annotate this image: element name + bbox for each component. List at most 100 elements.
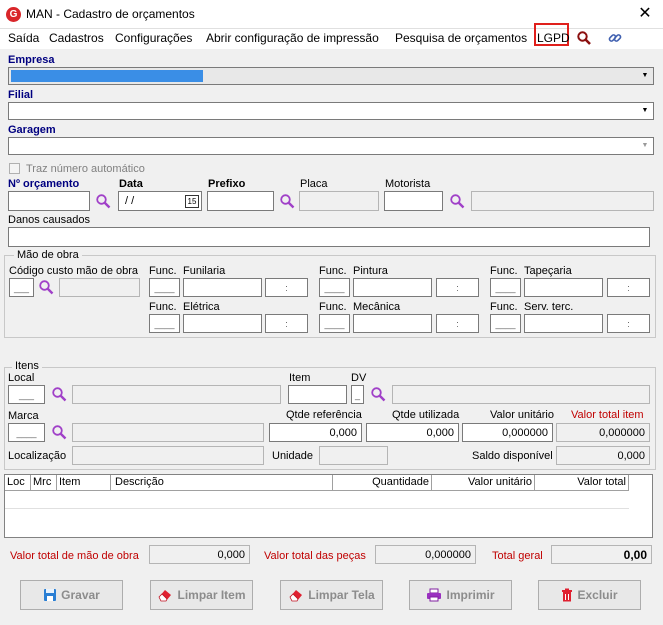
search-icon[interactable] bbox=[38, 279, 54, 295]
valor-total-item-label: Valor total item bbox=[571, 409, 644, 421]
col-quantidade[interactable]: Quantidade bbox=[333, 475, 432, 490]
dv-input[interactable]: _ bbox=[351, 385, 364, 404]
saldo-disponivel-field: 0,000 bbox=[556, 446, 650, 465]
tapecaria-input[interactable] bbox=[524, 278, 603, 297]
qtde-referencia-input[interactable]: 0,000 bbox=[269, 423, 362, 442]
serv-terc-time-input[interactable]: : bbox=[607, 314, 650, 333]
imprimir-label: Imprimir bbox=[446, 588, 495, 602]
calendar-icon[interactable]: 15 bbox=[185, 195, 199, 208]
eraser-icon bbox=[158, 590, 172, 602]
printer-icon bbox=[427, 588, 442, 602]
data-input[interactable]: / / 15 bbox=[118, 191, 202, 211]
funilaria-input[interactable] bbox=[183, 278, 262, 297]
close-button[interactable]: ✕ bbox=[634, 4, 656, 24]
empresa-selected-value bbox=[11, 70, 203, 82]
limpar-tela-label: Limpar Tela bbox=[308, 588, 375, 602]
search-icon[interactable] bbox=[51, 386, 67, 402]
chevron-down-icon[interactable]: ▼ bbox=[638, 69, 652, 83]
col-item[interactable]: Item bbox=[57, 475, 111, 490]
search-icon[interactable] bbox=[449, 193, 465, 209]
mecanica-input[interactable] bbox=[353, 314, 432, 333]
empresa-label: Empresa bbox=[8, 54, 55, 66]
valor-unitario-input[interactable]: 0,000000 bbox=[462, 423, 553, 442]
search-icon[interactable] bbox=[370, 386, 386, 402]
func-label: Func. bbox=[149, 301, 177, 313]
col-valor-total[interactable]: Valor total bbox=[535, 475, 629, 490]
col-loc[interactable]: Loc bbox=[5, 475, 31, 490]
qtde-utilizada-input[interactable]: 0,000 bbox=[366, 423, 459, 442]
col-descricao[interactable]: Descrição bbox=[111, 475, 333, 490]
excluir-label: Excluir bbox=[577, 588, 618, 602]
menu-cadastros[interactable]: Cadastros bbox=[49, 31, 104, 45]
funilaria-time-input[interactable]: : bbox=[265, 278, 308, 297]
chevron-down-icon[interactable]: ▼ bbox=[638, 139, 652, 153]
serv-terc-input[interactable] bbox=[524, 314, 603, 333]
marca-label: Marca bbox=[8, 410, 39, 422]
motorista-label: Motorista bbox=[385, 178, 431, 190]
tapecaria-time-input[interactable]: : bbox=[607, 278, 650, 297]
trash-icon bbox=[562, 588, 573, 602]
search-icon[interactable] bbox=[576, 30, 592, 46]
table-row[interactable] bbox=[5, 491, 629, 509]
eletrica-func-input[interactable]: ____ bbox=[149, 314, 180, 333]
col-valor-unitario[interactable]: Valor unitário bbox=[432, 475, 535, 490]
tapecaria-func-input[interactable]: ____ bbox=[490, 278, 521, 297]
codigo-custo-input[interactable]: ___ bbox=[9, 278, 34, 297]
excluir-button[interactable]: Excluir bbox=[538, 580, 641, 610]
imprimir-button[interactable]: Imprimir bbox=[409, 580, 512, 610]
data-label: Data bbox=[119, 178, 143, 190]
funilaria-label: Funilaria bbox=[183, 265, 226, 277]
col-mrc[interactable]: Mrc bbox=[31, 475, 57, 490]
limpar-item-button[interactable]: Limpar Item bbox=[150, 580, 253, 610]
mecanica-func-input[interactable]: ____ bbox=[319, 314, 350, 333]
empresa-select[interactable]: ▼ bbox=[8, 67, 654, 85]
local-input[interactable]: ___ bbox=[8, 385, 45, 404]
dv-label: DV bbox=[351, 372, 367, 384]
pintura-input[interactable] bbox=[353, 278, 432, 297]
garagem-select[interactable]: ▼ bbox=[8, 137, 654, 155]
numero-orcamento-label: Nº orçamento bbox=[8, 178, 80, 190]
menu-pesquisa-orcamentos[interactable]: Pesquisa de orçamentos bbox=[395, 31, 527, 45]
menu-lgpd[interactable]: LGPD bbox=[537, 31, 570, 45]
filial-select[interactable]: ▼ bbox=[8, 102, 654, 120]
codigo-custo-label: Código custo mão de obra bbox=[9, 265, 139, 277]
func-label: Func. bbox=[319, 265, 347, 277]
menu-configuracoes[interactable]: Configurações bbox=[115, 31, 192, 45]
mao-de-obra-title: Mão de obra bbox=[14, 249, 82, 261]
pintura-func-input[interactable]: ____ bbox=[319, 278, 350, 297]
link-icon[interactable] bbox=[607, 30, 623, 46]
valor-total-mao-obra-field: 0,000 bbox=[149, 545, 250, 564]
search-icon[interactable] bbox=[279, 193, 295, 209]
danos-input[interactable] bbox=[8, 227, 650, 247]
unidade-label: Unidade bbox=[272, 450, 313, 462]
valor-total-pecas-field: 0,000000 bbox=[375, 545, 476, 564]
item-label: Item bbox=[289, 372, 311, 384]
numero-orcamento-input[interactable] bbox=[8, 191, 90, 211]
func-label: Func. bbox=[490, 301, 518, 313]
traz-numero-label: Traz número automático bbox=[26, 163, 145, 175]
mecanica-time-input[interactable]: : bbox=[436, 314, 479, 333]
menu-saida[interactable]: Saída bbox=[8, 31, 39, 45]
funilaria-func-input[interactable]: ____ bbox=[149, 278, 180, 297]
motorista-input[interactable] bbox=[384, 191, 443, 211]
limpar-tela-button[interactable]: Limpar Tela bbox=[280, 580, 383, 610]
search-icon[interactable] bbox=[51, 424, 67, 440]
eletrica-input[interactable] bbox=[183, 314, 262, 333]
prefixo-input[interactable] bbox=[207, 191, 274, 211]
tapecaria-label: Tapeçaria bbox=[524, 265, 572, 277]
marca-input[interactable]: ____ bbox=[8, 423, 45, 442]
marca-descricao bbox=[72, 423, 264, 442]
filial-label: Filial bbox=[8, 89, 34, 101]
gravar-button[interactable]: Gravar bbox=[20, 580, 123, 610]
valor-total-mao-obra-label: Valor total de mão de obra bbox=[10, 550, 139, 562]
eletrica-time-input[interactable]: : bbox=[265, 314, 308, 333]
data-value: / / bbox=[125, 195, 135, 207]
serv-terc-func-input[interactable]: ____ bbox=[490, 314, 521, 333]
traz-numero-checkbox[interactable] bbox=[9, 163, 20, 174]
search-icon[interactable] bbox=[95, 193, 111, 209]
menu-abrir-configuracao-impressao[interactable]: Abrir configuração de impressão bbox=[206, 31, 379, 45]
item-input[interactable] bbox=[288, 385, 347, 404]
chevron-down-icon[interactable]: ▼ bbox=[638, 104, 652, 118]
pintura-time-input[interactable]: : bbox=[436, 278, 479, 297]
danos-label: Danos causados bbox=[8, 214, 90, 226]
